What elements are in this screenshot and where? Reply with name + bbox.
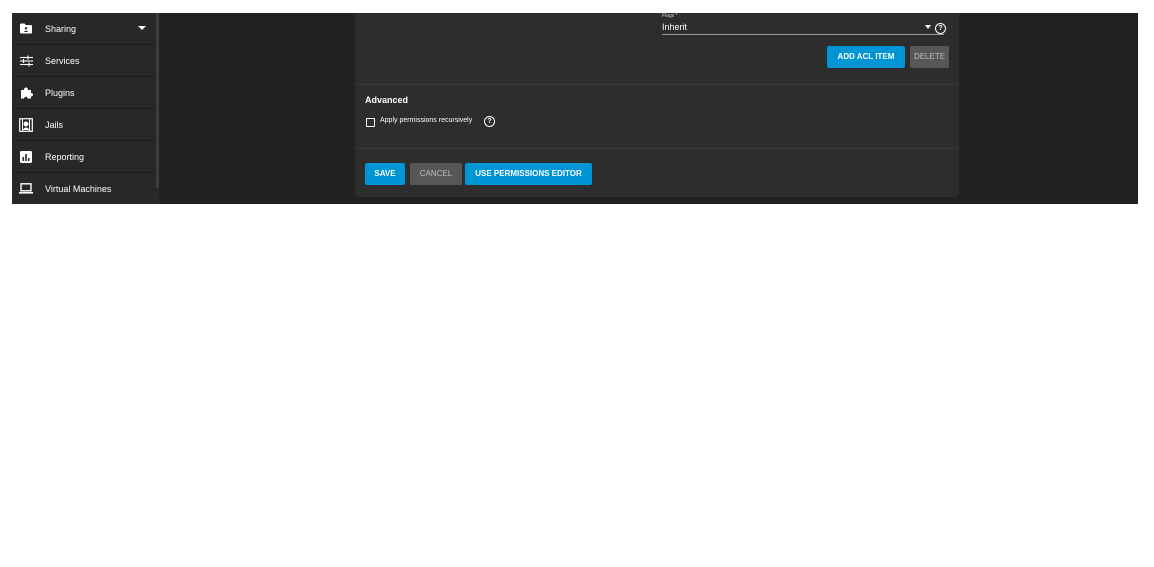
flags-select[interactable]: Inherit [662, 22, 687, 32]
sidebar-item-services[interactable]: Services [12, 45, 156, 77]
sidebar-item-label: Sharing [45, 23, 77, 34]
chart-icon [19, 150, 33, 164]
use-permissions-editor-button[interactable]: USE PERMISSIONS EDITOR [465, 163, 592, 185]
add-acl-item-button[interactable]: ADD ACL ITEM [827, 46, 905, 68]
sidebar-item-label: Plugins [45, 87, 75, 98]
jail-icon [19, 117, 33, 132]
sidebar: Sharing Services Plugins Jails Reporting… [12, 13, 159, 204]
puzzle-icon [19, 86, 33, 100]
sidebar-item-sharing[interactable]: Sharing [12, 13, 156, 45]
help-icon[interactable]: ? [484, 116, 495, 127]
help-icon[interactable]: ? [935, 23, 946, 34]
divider [355, 84, 959, 85]
sidebar-item-reporting[interactable]: Reporting [12, 141, 156, 173]
sidebar-item-plugins[interactable]: Plugins [12, 77, 156, 109]
sidebar-item-jails[interactable]: Jails [12, 109, 156, 141]
laptop-icon [19, 182, 33, 196]
chevron-down-icon [138, 26, 146, 30]
flags-select-underline [662, 34, 944, 35]
sidebar-item-label: Reporting [45, 151, 85, 162]
flags-field-label: Flags * [662, 13, 678, 19]
tune-icon [19, 54, 33, 68]
folder-share-icon [19, 22, 33, 36]
sidebar-item-label: Virtual Machines [45, 183, 112, 194]
acl-editor-card: Flags * Inherit ? ADD ACL ITEM DELETE Ad… [355, 13, 959, 197]
save-button[interactable]: SAVE [365, 163, 405, 185]
sidebar-item-label: Services [45, 55, 80, 66]
sidebar-scrollbar[interactable] [156, 13, 159, 188]
sidebar-item-virtual-machines[interactable]: Virtual Machines [12, 173, 156, 204]
cancel-button[interactable]: CANCEL [410, 163, 462, 185]
dropdown-arrow-icon[interactable] [925, 25, 931, 29]
apply-recursively-label: Apply permissions recursively [380, 117, 473, 124]
advanced-section-title: Advanced [365, 95, 409, 105]
sidebar-item-label: Jails [45, 119, 64, 130]
app-window: Sharing Services Plugins Jails Reporting… [12, 13, 1138, 204]
delete-button[interactable]: DELETE [910, 46, 949, 68]
apply-recursively-checkbox[interactable] [366, 118, 375, 127]
divider [355, 148, 959, 149]
